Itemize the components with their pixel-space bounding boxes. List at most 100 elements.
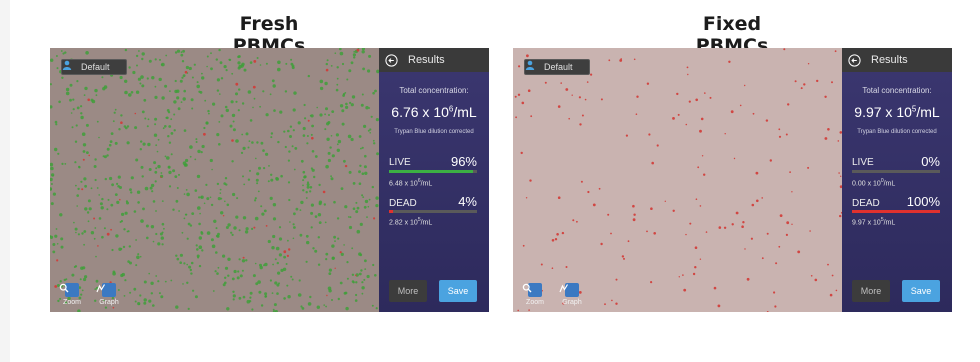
- dead-cell: [689, 222, 692, 225]
- live-cell: [90, 187, 93, 190]
- live-cell: [323, 203, 326, 206]
- dead-cell: [779, 214, 783, 218]
- user-profile-button[interactable]: Default: [61, 59, 127, 75]
- live-cell: [309, 186, 313, 189]
- dead-cell: [334, 267, 336, 269]
- live-cell: [325, 164, 329, 169]
- dead-cell: [607, 213, 610, 216]
- dead-cell: [778, 245, 781, 248]
- live-cell: [215, 58, 218, 61]
- graph-tool[interactable]: Graph: [96, 283, 122, 306]
- live-cell: [130, 176, 134, 180]
- dead-cell: [621, 255, 625, 258]
- live-cell: [71, 126, 74, 129]
- live-cell: [216, 272, 219, 275]
- live-cell: [310, 203, 314, 207]
- back-arrow-icon[interactable]: [848, 53, 861, 67]
- more-button[interactable]: More: [852, 280, 890, 302]
- save-button[interactable]: Save: [439, 280, 477, 302]
- dead-cell: [695, 98, 698, 102]
- live-cell: [336, 83, 339, 86]
- live-cell: [132, 70, 136, 75]
- dead-cell: [717, 304, 721, 308]
- dead-cell: [571, 94, 573, 96]
- live-cell: [81, 232, 84, 235]
- live-cell: [242, 146, 246, 150]
- dead-cell: [529, 179, 532, 182]
- live-cell: [361, 146, 364, 149]
- live-cell: [193, 63, 196, 66]
- zoom-icon[interactable]: [522, 283, 542, 297]
- graph-icon[interactable]: [96, 283, 116, 297]
- live-cell: [259, 105, 261, 108]
- dead-cell: [789, 171, 791, 173]
- graph-icon[interactable]: [559, 283, 579, 297]
- live-cell: [174, 79, 177, 83]
- live-cell: [110, 132, 114, 135]
- dead-cell: [203, 132, 206, 136]
- live-cell: [215, 227, 218, 230]
- live-cell: [309, 114, 312, 117]
- live-cell: [50, 202, 54, 206]
- dead-cell: [112, 306, 115, 309]
- dead-cell: [554, 238, 558, 241]
- more-button[interactable]: More: [389, 280, 427, 302]
- live-cell: [125, 200, 128, 203]
- live-cell: [351, 95, 356, 99]
- dead-cell: [742, 221, 745, 224]
- live-cell: [157, 242, 161, 246]
- live-bar: [389, 170, 477, 173]
- back-arrow-icon[interactable]: [385, 53, 398, 67]
- live-cell: [276, 261, 279, 265]
- live-cell: [275, 246, 280, 251]
- zoom-tool[interactable]: Zoom: [522, 283, 548, 306]
- live-cell: [231, 277, 235, 281]
- user-profile-button[interactable]: Default: [524, 59, 590, 75]
- live-cell: [348, 225, 353, 230]
- live-cell: [361, 93, 364, 96]
- dead-cell: [831, 274, 834, 277]
- zoom-icon[interactable]: [59, 283, 79, 297]
- live-cell: [100, 206, 104, 210]
- live-cell: [343, 244, 345, 246]
- live-cell: [80, 112, 83, 115]
- dead-cell: [540, 263, 543, 266]
- save-button[interactable]: Save: [902, 280, 940, 302]
- live-cell: [242, 295, 246, 299]
- live-cell: [137, 253, 140, 256]
- cell-image-fixed[interactable]: Default Zoom Graph: [513, 48, 842, 312]
- live-cell: [314, 215, 318, 218]
- live-cell: [95, 255, 97, 258]
- live-cell: [166, 116, 169, 120]
- live-cell: [351, 273, 355, 276]
- dead-cell: [695, 198, 698, 200]
- live-cell: [306, 181, 310, 184]
- dead-cell: [586, 81, 589, 83]
- live-cell: [196, 81, 199, 84]
- live-cell: [374, 274, 377, 277]
- live-cell: [259, 64, 262, 66]
- zoom-tool[interactable]: Zoom: [59, 283, 85, 306]
- live-cell: [61, 76, 64, 79]
- live-cell: [231, 160, 234, 163]
- live-cell: [143, 298, 147, 302]
- live-cell: [229, 124, 233, 128]
- live-cell: [98, 194, 100, 196]
- dead-cell: [824, 137, 828, 140]
- live-cell: [358, 170, 361, 174]
- live-cell: [106, 154, 109, 157]
- live-cell: [213, 219, 217, 223]
- live-cell: [154, 170, 158, 174]
- live-cell: [86, 211, 90, 214]
- live-cell: [123, 228, 126, 231]
- live-cell: [208, 112, 210, 115]
- live-cell: [364, 199, 369, 204]
- cell-image-fresh[interactable]: Default Zoom Graph: [50, 48, 379, 312]
- dead-cell: [355, 274, 357, 277]
- graph-tool[interactable]: Graph: [559, 283, 585, 306]
- live-cell: [212, 102, 216, 106]
- user-label: Default: [81, 62, 110, 72]
- live-cell: [188, 66, 192, 71]
- live-cell: [291, 278, 294, 281]
- live-cell: [216, 78, 220, 82]
